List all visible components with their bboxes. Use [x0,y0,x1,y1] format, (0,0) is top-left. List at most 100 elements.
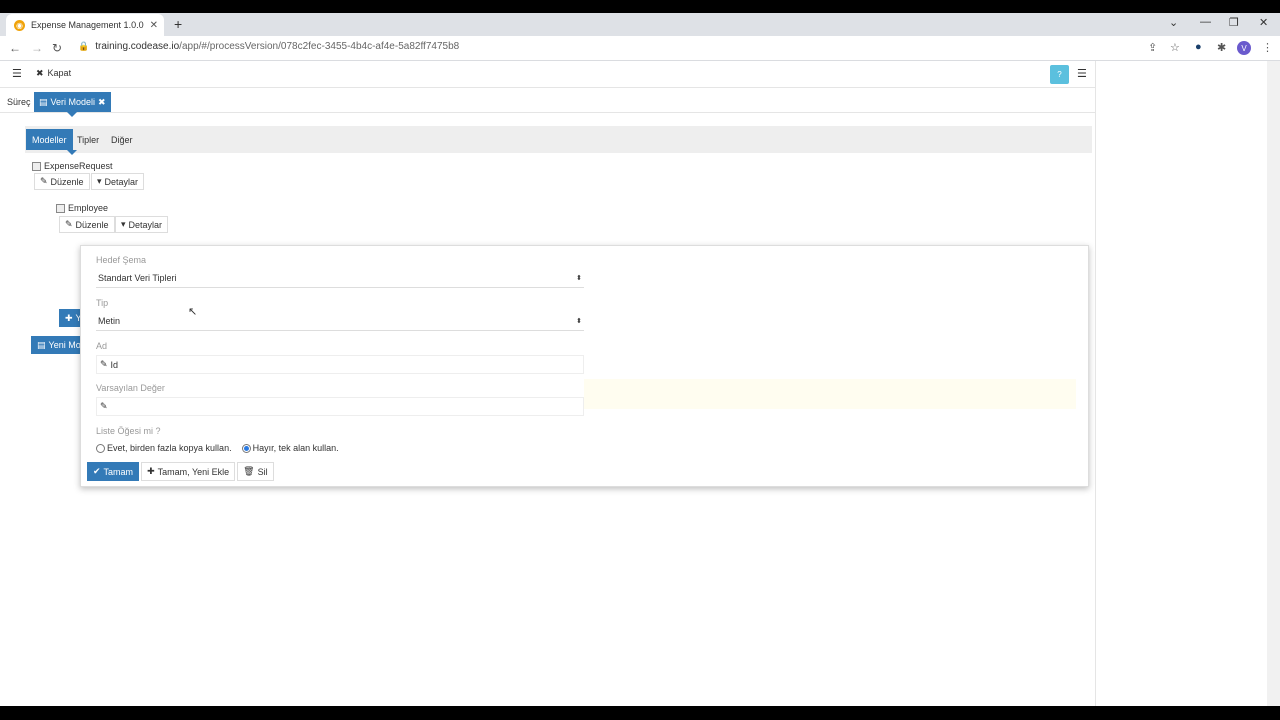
default-value-input[interactable]: ✎ [96,397,584,416]
remove-icon[interactable]: ✖ [98,97,106,108]
trash-icon: 🗑 [243,466,255,476]
type-value: Metin [98,316,121,326]
default-value-label: Varsayılan Değer [96,383,165,393]
browser-menu-icon[interactable]: ⋮ [1262,41,1273,54]
tab-title: Expense Management 1.0.0 [31,20,144,30]
database-icon: ▤ [39,96,48,107]
edit-label: Düzenle [50,176,84,187]
page: ☰ ✖ Kapat ? ☰ Süreç ▤ Veri Modeli ✖ Mode… [0,61,1280,706]
root-details-button[interactable]: ▾ Detaylar [91,173,145,190]
tab-caret [67,150,77,155]
ok-add-new-label: Tamam, Yeni Ekle [157,466,230,477]
ok-add-new-button[interactable]: ✚ Tamam, Yeni Ekle [141,462,236,481]
details-label: Detaylar [128,219,163,230]
type-select[interactable]: Metin ⬍ [96,312,584,331]
select-arrows-icon: ⬍ [576,318,582,325]
breadcrumb-active-label: Veri Modeli [50,97,96,107]
pencil-icon: ✎ [100,359,108,369]
delete-button[interactable]: 🗑 Sil [237,462,274,481]
table-icon [32,161,41,171]
tab-types[interactable]: Tipler [71,129,105,150]
caret-down-icon: ▾ [97,176,102,186]
tree-node-child-label: Employee [68,203,109,213]
radio-no-label: Hayır, tek alan kullan. [252,443,339,453]
url-path: /app/#/processVersion/078c2fec-3455-4b4c… [179,41,460,52]
app-favicon-icon: ◉ [14,19,25,31]
target-schema-value: Standart Veri Tipleri [98,273,177,283]
close-x-icon: ✖ [36,68,44,78]
radio-yes[interactable]: Evet, birden fazla kopya kullan. [96,443,232,453]
minimize-icon[interactable]: — [1200,16,1211,28]
target-schema-select[interactable]: Standart Veri Tipleri ⬍ [96,269,584,288]
list-item-radio-group: Evet, birden fazla kopya kullan. Hayır, … [96,443,339,453]
url-host: training.codease.io [95,41,180,52]
right-panel [1095,61,1267,706]
tab-models[interactable]: Modeller [26,129,73,150]
extension-check-icon[interactable]: ● [1195,41,1202,53]
bookmark-star-icon[interactable]: ☆ [1170,41,1180,54]
mouse-cursor-icon: ↖ [188,306,198,318]
radio-yes-label: Evet, birden fazla kopya kullan. [107,443,232,453]
tab-other[interactable]: Diğer [105,129,139,150]
close-tab-icon[interactable]: ✕ [150,20,158,31]
plus-icon: ✚ [147,466,155,476]
name-value: Id [110,359,119,370]
new-tab-icon[interactable]: + [174,16,182,32]
table-icon [56,203,65,213]
check-icon: ✔ [93,466,101,476]
subtabs: Modeller Tipler Diğer [25,126,1092,155]
right-menu-icon[interactable]: ☰ [1077,67,1087,80]
breadcrumb-active[interactable]: ▤ Veri Modeli ✖ [34,92,111,112]
new-model-button[interactable]: ▤ Yeni Mo [31,336,87,354]
edit-label: Düzenle [75,219,109,230]
name-input[interactable]: ✎ Id [96,355,584,374]
breadcrumb-surec[interactable]: Süreç [7,97,31,107]
address-bar: ← → ↻ 🔒 training.codease.io /app/#/proce… [0,36,1280,61]
scrollbar[interactable] [1267,61,1280,706]
back-icon[interactable]: ← [9,41,21,55]
lock-icon: 🔒 [78,41,90,51]
details-label: Detaylar [104,176,139,187]
pencil-icon: ✎ [40,176,48,186]
reload-icon[interactable]: ↻ [52,41,62,55]
target-schema-label: Hedef Şema [96,255,147,265]
breadcrumb-caret [67,112,77,117]
close-button[interactable]: ✖ Kapat [36,68,71,79]
radio-yes-dot[interactable] [96,443,105,453]
database-icon: ▤ [37,339,46,350]
browser-tab[interactable]: ◉ Expense Management 1.0.0 ✕ [6,14,164,36]
name-label: Ad [96,341,108,351]
forward-icon[interactable]: → [31,41,43,55]
ok-label: Tamam [103,466,134,477]
radio-no[interactable]: Hayır, tek alan kullan. [241,443,339,453]
app-header: ☰ ✖ Kapat ? ☰ [0,61,1095,88]
root-edit-button[interactable]: ✎ Düzenle [34,173,90,190]
tree-node-root[interactable]: ExpenseRequest [32,161,113,171]
restore-icon[interactable]: ❐ [1229,16,1239,29]
field-edit-dialog: Hedef Şema Standart Veri Tipleri ⬍ Tip M… [80,245,1089,487]
caret-down-icon: ▾ [121,219,126,229]
window-close-icon[interactable]: ✕ [1259,16,1268,29]
help-button[interactable]: ? [1050,65,1069,84]
profile-avatar[interactable]: V [1237,41,1251,55]
child-details-button[interactable]: ▾ Detaylar [115,216,169,233]
radio-no-dot[interactable] [241,443,251,453]
ok-button[interactable]: ✔ Tamam [87,462,140,481]
tab-search-icon[interactable]: ⌄ [1169,16,1178,29]
pencil-icon: ✎ [65,219,73,229]
share-icon[interactable]: ⇪ [1148,41,1157,54]
tree-node-child[interactable]: Employee [56,203,108,213]
plus-icon: ✚ [65,312,73,323]
hamburger-menu-icon[interactable]: ☰ [12,67,22,80]
list-item-label: Liste Öğesi mi ? [96,426,161,436]
new-model-label: Yeni Mo [48,340,81,350]
tree-node-root-label: ExpenseRequest [44,161,113,171]
highlight-strip [584,379,1076,409]
select-arrows-icon: ⬍ [576,275,582,282]
pencil-icon: ✎ [100,401,108,411]
delete-label: Sil [257,466,268,477]
extensions-puzzle-icon[interactable]: ✱ [1217,41,1226,54]
url-field[interactable]: 🔒 training.codease.io /app/#/processVers… [78,41,459,52]
close-label: Kapat [47,68,72,78]
child-edit-button[interactable]: ✎ Düzenle [59,216,115,233]
